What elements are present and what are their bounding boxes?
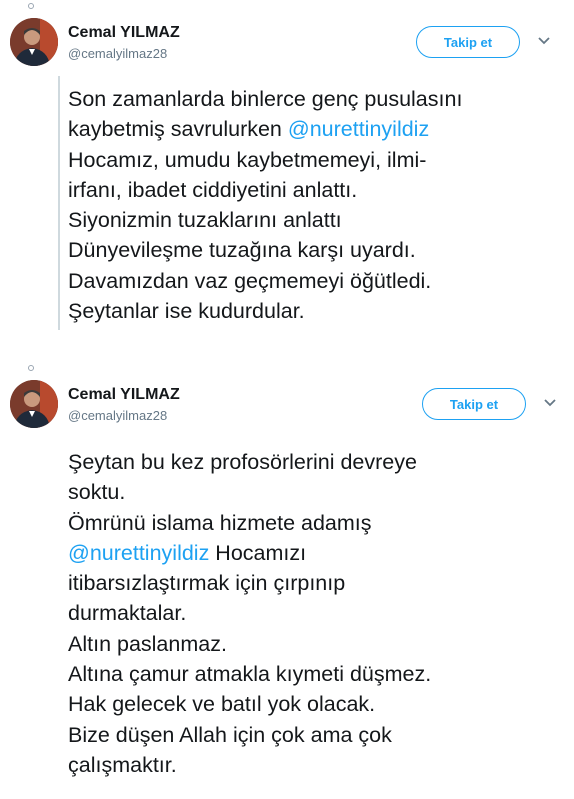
tweet-line: Dünyevileşme tuzağına karşı uyardı. — [68, 238, 416, 263]
tweet-line: soktu. — [68, 480, 126, 505]
tweet-line: Son zamanlarda binlerce genç pusulasını — [68, 87, 463, 111]
thread-dot — [28, 365, 34, 371]
author-name[interactable]: Cemal YILMAZ — [68, 24, 180, 42]
tweet-line: Siyonizmin tuzaklarını anlattı — [68, 208, 342, 233]
chevron-down-icon[interactable] — [537, 36, 551, 46]
tweet-2: Cemal YILMAZ @cemalyilmaz28 Takip et Şey… — [0, 362, 574, 799]
tweet-line: çalışmaktır. — [68, 752, 177, 777]
tweet-line: Hak gelecek ve batıl yok olacak. — [68, 692, 376, 717]
tweet-text: Son zamanlarda binlerce genç pusulasını … — [68, 84, 462, 326]
tweet-line: Altına çamur atmakla kıymeti düşmez. — [68, 662, 432, 687]
tweet-line: Davamızdan vaz geçmemeyi öğütledi. — [68, 268, 432, 293]
avatar[interactable] — [10, 18, 58, 66]
thread-connector — [58, 76, 60, 330]
mention-link[interactable]: @nurettinyildiz — [68, 541, 209, 565]
author-handle[interactable]: @cemalyilmaz28 — [68, 408, 167, 423]
tweet-line-text: Hocamızı — [209, 540, 307, 565]
tweet-line: kaybetmiş savrulurken @nurettinyildiz — [68, 114, 462, 144]
tweet-line: Şeytan bu kez profosörlerini devreye — [68, 450, 417, 474]
tweet-line: durmaktalar. — [68, 601, 187, 626]
follow-button[interactable]: Takip et — [422, 388, 526, 420]
thread-dot — [28, 3, 34, 9]
mention-link[interactable]: @nurettinyildiz — [288, 117, 429, 141]
tweet-line: Bize düşen Allah için çok ama çok — [68, 722, 392, 747]
author-handle[interactable]: @cemalyilmaz28 — [68, 46, 167, 61]
tweet-line: irfanı, ibadet ciddiyetini anlattı. — [68, 177, 358, 202]
tweet-line-text: kaybetmiş savrulurken — [68, 117, 288, 142]
chevron-down-icon[interactable] — [543, 398, 557, 408]
tweet-line: Hocamız, umudu kaybetmemeyi, ilmi- — [68, 147, 427, 172]
author-name[interactable]: Cemal YILMAZ — [68, 386, 180, 404]
tweet-line: itibarsızlaştırmak için çırpınıp — [68, 571, 346, 596]
tweet-1: Cemal YILMAZ @cemalyilmaz28 Takip et Son… — [0, 0, 574, 340]
tweet-text: Şeytan bu kez profosörlerini devreye sok… — [68, 447, 431, 780]
tweet-line: @nurettinyildiz Hocamızı — [68, 538, 431, 568]
follow-button[interactable]: Takip et — [416, 26, 520, 58]
avatar[interactable] — [10, 380, 58, 428]
tweet-line: Altın paslanmaz. — [68, 631, 227, 656]
tweet-line: Şeytanlar ise kudurdular. — [68, 299, 305, 324]
tweet-line: Ömrünü islama hizmete adamış — [68, 510, 372, 535]
